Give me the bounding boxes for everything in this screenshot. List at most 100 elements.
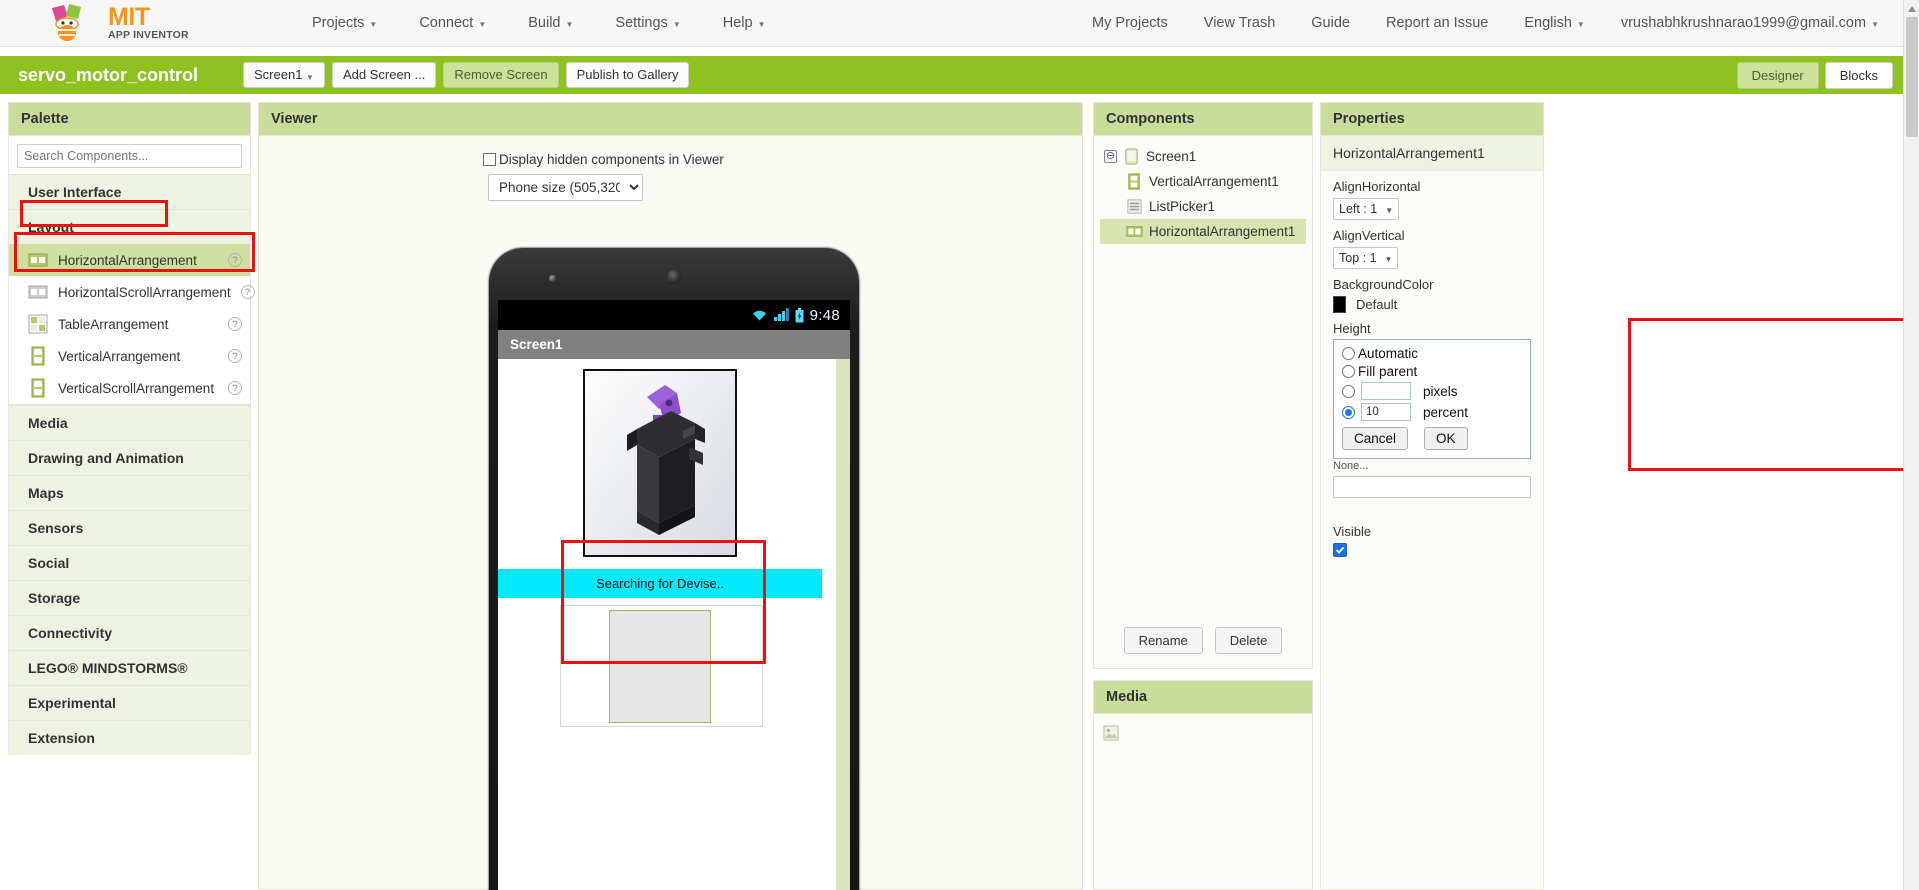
nav-label: Connect [419, 15, 474, 31]
remove-screen-button[interactable]: Remove Screen [443, 61, 559, 89]
help-icon[interactable]: ? [228, 317, 242, 331]
align-horizontal-select[interactable]: Left : 1 ▼ [1333, 198, 1400, 220]
tree-item-horizontalarrangement1[interactable]: HorizontalArrangement1 [1100, 219, 1306, 244]
palette-category-media[interactable]: Media [8, 405, 251, 440]
palette-category-drawing-and-animation[interactable]: Drawing and Animation [8, 440, 251, 475]
designer-button[interactable]: Designer [1736, 61, 1819, 89]
height-option-automatic[interactable]: Automatic [1342, 346, 1522, 361]
palette-item-tablearrangement[interactable]: TableArrangement ? [9, 308, 250, 340]
tree-item-verticalarrangement1[interactable]: VerticalArrangement1 [1100, 169, 1306, 194]
annotation-height-dialog [1628, 318, 1906, 471]
tree-item-label: Screen1 [1146, 149, 1197, 164]
help-icon[interactable]: ? [240, 285, 255, 299]
horizontal-scroll-arrangement-icon [28, 285, 48, 299]
nav-label: Build [528, 15, 561, 31]
nav-item-projects[interactable]: Projects ▼ [312, 15, 377, 31]
nav-item-guide[interactable]: Guide [1311, 15, 1350, 31]
nav-item-account-email[interactable]: vrushabhkrushnarao1999@gmail.com ▼ [1621, 15, 1879, 31]
palette-category-experimental[interactable]: Experimental [8, 685, 251, 720]
tree-item-screen1[interactable]: ⊖ Screen1 [1100, 144, 1306, 169]
display-hidden-components-row[interactable]: Display hidden components in Viewer [483, 152, 1082, 167]
ok-button[interactable]: OK [1424, 427, 1468, 450]
horizontal-arrangement-on-canvas[interactable] [560, 605, 763, 727]
view-toggle-group: Designer Blocks [1731, 61, 1893, 89]
radio-automatic[interactable] [1342, 347, 1355, 360]
nav-item-language[interactable]: English ▼ [1524, 15, 1584, 31]
tree-collapse-toggle[interactable]: ⊖ [1104, 150, 1117, 163]
height-option-percent[interactable]: percent [1342, 403, 1522, 421]
help-icon[interactable]: ? [228, 253, 242, 267]
palette-category-layout[interactable]: Layout [8, 209, 251, 244]
nav-item-build[interactable]: Build ▼ [528, 15, 573, 31]
help-icon[interactable]: ? [228, 381, 242, 395]
height-option-fill-parent[interactable]: Fill parent [1342, 364, 1522, 379]
phone-status-bar: 9:48 [498, 300, 850, 330]
property-label: Height [1333, 321, 1371, 336]
palette-item-label: VerticalArrangement [58, 348, 181, 364]
page-scrollbar[interactable] [1903, 0, 1919, 890]
list-picker-icon [1127, 199, 1142, 214]
palette-category-lego-mindstorms[interactable]: LEGO® MINDSTORMS® [8, 650, 251, 685]
nav-item-view-trash[interactable]: View Trash [1204, 15, 1275, 31]
visible-checkbox[interactable] [1333, 543, 1347, 557]
nav-item-report-an-issue[interactable]: Report an Issue [1386, 15, 1488, 31]
height-property-zone: Height Automatic Fill parent pixels perc… [1321, 313, 1543, 498]
chevron-down-icon: ▼ [1871, 19, 1879, 29]
radio-pixels[interactable] [1342, 384, 1355, 398]
height-dialog: Automatic Fill parent pixels percent Can… [1333, 339, 1531, 459]
palette-item-horizontalarrangement[interactable]: HorizontalArrangement ? [9, 244, 250, 276]
phone-size-select[interactable]: Phone size (505,320) [488, 174, 643, 201]
add-screen-button[interactable]: Add Screen ... [331, 61, 437, 89]
search-input[interactable] [17, 144, 242, 168]
palette-category-social[interactable]: Social [8, 545, 251, 580]
nested-arrangement-block[interactable] [609, 610, 711, 723]
palette-item-horizontalscrollarrangement[interactable]: HorizontalScrollArrangement ? [9, 276, 255, 308]
palette-category-sensors[interactable]: Sensors [8, 510, 251, 545]
image-none-value[interactable]: None... [1333, 460, 1531, 472]
palette-item-verticalarrangement[interactable]: VerticalArrangement ? [9, 340, 250, 372]
palette-item-label: TableArrangement [58, 316, 169, 332]
palette-item-verticalscrollarrangement[interactable]: VerticalScrollArrangement ? [9, 372, 250, 404]
top-header: MIT APP INVENTOR Projects ▼ Connect ▼ Bu… [0, 0, 1919, 47]
palette-category-maps[interactable]: Maps [8, 475, 251, 510]
nav-item-settings[interactable]: Settings ▼ [615, 15, 680, 31]
percent-input[interactable] [1361, 403, 1411, 421]
screen-select-button[interactable]: Screen1 ▼ [243, 61, 325, 89]
blocks-button[interactable]: Blocks [1824, 61, 1893, 89]
nav-item-my-projects[interactable]: My Projects [1092, 15, 1168, 31]
palette-category-storage[interactable]: Storage [8, 580, 251, 615]
help-icon[interactable]: ? [228, 349, 242, 363]
display-hidden-components-checkbox[interactable] [483, 153, 496, 166]
wifi-icon [752, 310, 766, 321]
mit-app-inventor-logo[interactable]: MIT APP INVENTOR [42, 2, 232, 44]
chevron-down-icon: ▼ [369, 19, 378, 29]
cancel-button[interactable]: Cancel [1342, 427, 1409, 450]
scrollbar-up-button[interactable] [1904, 0, 1919, 17]
property-input-box[interactable] [1333, 476, 1531, 498]
radio-percent[interactable] [1342, 405, 1355, 419]
publish-to-gallery-button[interactable]: Publish to Gallery [565, 61, 690, 89]
palette-category-user-interface[interactable]: User Interface [8, 174, 251, 209]
nav-item-help[interactable]: Help ▼ [723, 15, 766, 31]
palette-category-connectivity[interactable]: Connectivity [8, 615, 251, 650]
chevron-down-icon: ▼ [1576, 19, 1585, 29]
align-vertical-select[interactable]: Top : 1 ▼ [1333, 247, 1399, 269]
palette-category-extension[interactable]: Extension [8, 720, 251, 755]
delete-button[interactable]: Delete [1214, 627, 1283, 654]
tree-item-listpicker1[interactable]: ListPicker1 [1100, 194, 1306, 219]
pixels-input[interactable] [1361, 382, 1411, 400]
nav-item-connect[interactable]: Connect ▼ [419, 15, 486, 31]
servo-motor-image[interactable] [583, 369, 737, 557]
property-label: AlignHorizontal [1333, 179, 1421, 194]
rename-button[interactable]: Rename [1123, 627, 1203, 654]
radio-fill-parent[interactable] [1342, 365, 1355, 378]
height-option-pixels[interactable]: pixels [1342, 382, 1522, 400]
phone-screen-title-bar: Screen1 [498, 330, 850, 359]
background-color-picker[interactable]: Default [1333, 296, 1531, 313]
vertical-scroll-arrangement-icon [31, 378, 45, 398]
searching-for-device-button[interactable]: Searching for Devise.. [498, 569, 822, 598]
palette-item-label: HorizontalArrangement [58, 252, 197, 268]
components-title: Components [1094, 103, 1312, 136]
property-label: Visible [1333, 524, 1372, 539]
scrollbar-thumb[interactable] [1906, 17, 1918, 137]
